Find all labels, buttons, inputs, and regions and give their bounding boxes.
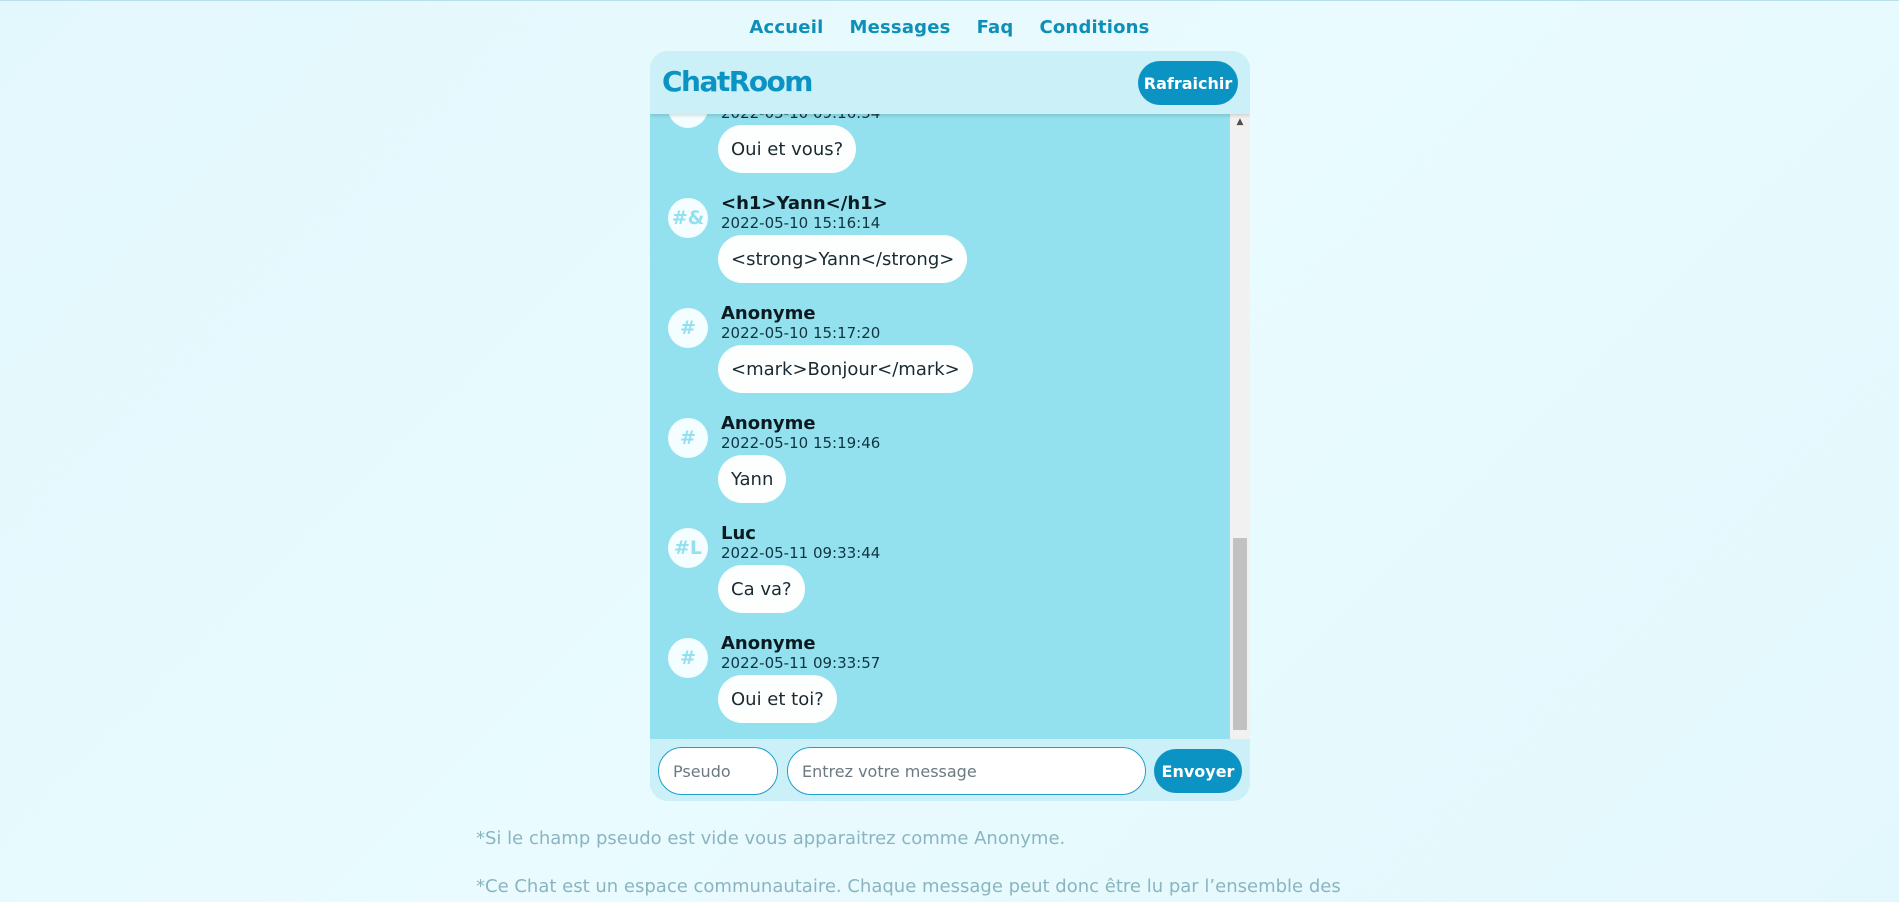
avatar: # (668, 114, 708, 128)
message-author: <h1>Yann</h1> (721, 193, 888, 214)
nav-link-messages[interactable]: Messages (849, 17, 950, 38)
message-author: Luc (721, 523, 756, 544)
message-bubble: <mark>Bonjour</mark> (718, 345, 973, 393)
message-bubble: Oui et toi? (718, 675, 837, 723)
note-pseudo: *Si le champ pseudo est vide vous appara… (476, 828, 1066, 849)
refresh-button[interactable]: Rafraichir (1138, 61, 1238, 105)
message-date: 2022-05-11 09:33:44 (721, 544, 881, 562)
message-list[interactable]: # 2022-05-10 09:16:54 Oui et vous? #& <h… (650, 114, 1230, 789)
message-date: 2022-05-10 09:16:54 (721, 114, 880, 122)
avatar: # (668, 638, 708, 678)
top-nav: Accueil Messages Faq Conditions (0, 17, 1899, 38)
message-bubble: Ca va? (718, 565, 805, 613)
pseudo-input[interactable] (658, 747, 778, 795)
message-input[interactable] (787, 747, 1146, 795)
message-bubble: <strong>Yann</strong> (718, 235, 968, 283)
message-author: Anonyme (721, 303, 816, 324)
chat-box: ChatRoom Rafraichir # 2022-05-10 09:16:5… (650, 51, 1250, 801)
nav-link-faq[interactable]: Faq (977, 17, 1014, 38)
avatar: # (668, 418, 708, 458)
message-bubble: Yann (718, 455, 787, 503)
message-date: 2022-05-11 09:33:57 (721, 654, 881, 672)
avatar: #L (668, 528, 708, 568)
avatar: # (668, 308, 708, 348)
message-form: Envoyer (650, 739, 1250, 801)
send-button[interactable]: Envoyer (1154, 749, 1242, 793)
nav-link-accueil[interactable]: Accueil (749, 17, 823, 38)
note-community: *Ce Chat est un espace communautaire. Ch… (476, 876, 1341, 897)
message-scrollbar[interactable]: ▲ ▼ (1230, 114, 1250, 789)
nav-link-conditions[interactable]: Conditions (1039, 17, 1149, 38)
message-date: 2022-05-10 15:19:46 (721, 434, 881, 452)
scroll-up-arrow-icon[interactable]: ▲ (1230, 114, 1250, 130)
avatar: #& (668, 198, 708, 238)
chatroom-logo: ChatRoom (662, 65, 813, 98)
message-author: Anonyme (721, 413, 816, 434)
chat-notes: *Si le champ pseudo est vide vous appara… (476, 827, 1424, 902)
message-bubble: Oui et vous? (718, 125, 857, 173)
message-author: Anonyme (721, 633, 816, 654)
message-date: 2022-05-10 15:16:14 (721, 214, 881, 232)
scrollbar-thumb[interactable] (1233, 538, 1247, 730)
message-date: 2022-05-10 15:17:20 (721, 324, 881, 342)
chat-header: ChatRoom Rafraichir (650, 51, 1250, 114)
